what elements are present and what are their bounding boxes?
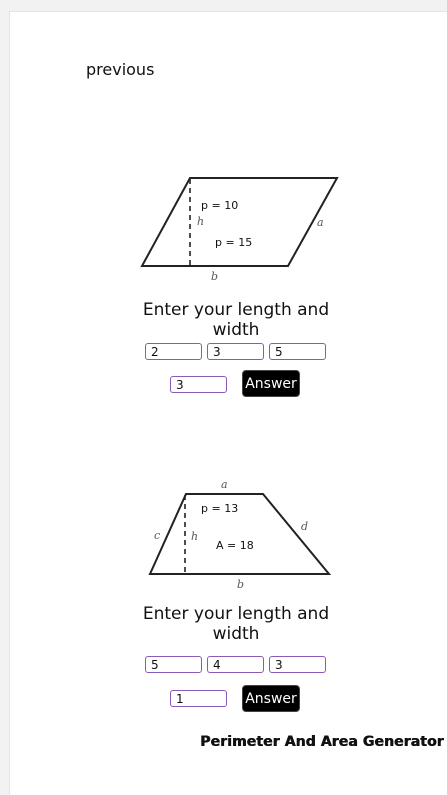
footer-title: Perimeter And Area Generator	[200, 734, 444, 750]
trapezoid-prompt: Enter your length and width	[142, 604, 330, 644]
trapezoid-input-2[interactable]	[207, 656, 264, 673]
parallelogram-input-4[interactable]	[170, 376, 227, 393]
base-b-label: b	[237, 578, 244, 591]
side-c-label: c	[154, 529, 160, 542]
parallelogram-diagram: h a b p = 10 p = 15	[140, 177, 339, 283]
trapezoid-answer-button[interactable]: Answer	[242, 685, 300, 712]
trapezoid-input-3[interactable]	[269, 656, 326, 673]
trapezoid-diagram: a d c h b p = 13 A = 18	[148, 478, 332, 591]
trapezoid-result-2: A = 18	[216, 539, 254, 552]
side-d-label: d	[301, 520, 308, 533]
parallelogram-input-3[interactable]	[269, 343, 326, 360]
trapezoid-input-4[interactable]	[170, 690, 227, 707]
trapezoid-input-1[interactable]	[145, 656, 202, 673]
parallelogram-result-2: p = 15	[215, 236, 252, 249]
parallelogram-figure: h a b p = 10 p = 15	[136, 170, 346, 288]
side-a-label: a	[317, 216, 324, 229]
top-a-label: a	[221, 478, 228, 491]
trapezoid-result-1: p = 13	[201, 502, 238, 515]
page-canvas	[9, 11, 447, 795]
parallelogram-input-1[interactable]	[145, 343, 202, 360]
height-h-label: h	[191, 530, 198, 543]
parallelogram-prompt: Enter your length and width	[142, 300, 330, 340]
parallelogram-answer-button[interactable]: Answer	[242, 370, 300, 397]
parallelogram-result-1: p = 10	[201, 199, 238, 212]
previous-link[interactable]: previous	[86, 60, 154, 79]
trapezoid-figure: a d c h b p = 13 A = 18	[136, 476, 346, 594]
base-b-label: b	[211, 270, 218, 283]
parallelogram-input-2[interactable]	[207, 343, 264, 360]
height-label: h	[197, 215, 204, 228]
